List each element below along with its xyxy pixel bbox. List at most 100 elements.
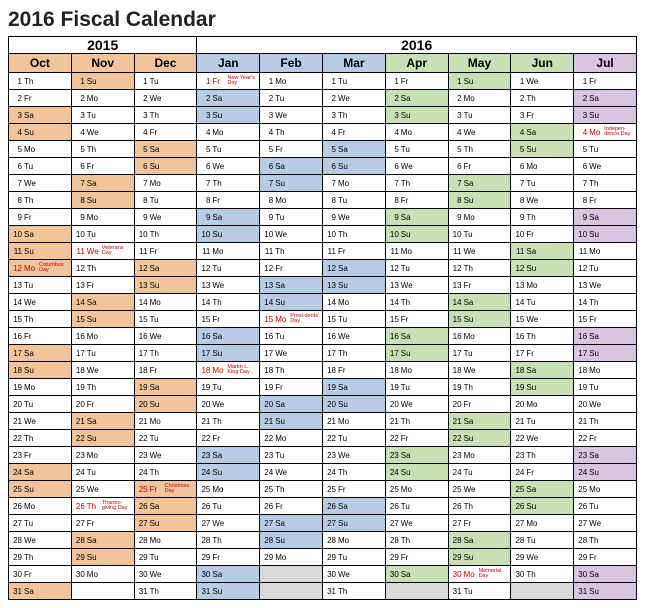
day-abbrev: Th xyxy=(526,570,541,579)
day-abbrev: Sa xyxy=(401,570,416,579)
day-number: 24 xyxy=(11,468,24,477)
day-abbrev: Sa xyxy=(150,264,165,273)
day-cell: 20Sa xyxy=(260,396,323,413)
day-number: 18 xyxy=(388,366,401,375)
day-abbrev: We xyxy=(150,332,165,341)
day-number: 24 xyxy=(262,468,275,477)
day-cell: 2We xyxy=(322,90,385,107)
day-abbrev: Th xyxy=(338,587,353,596)
day-cell: 1FrNew Year's Day xyxy=(197,73,260,90)
day-cell: 9We xyxy=(322,209,385,226)
day-abbrev: Th xyxy=(87,383,102,392)
day-number: 9 xyxy=(137,213,150,222)
day-cell: 4MoIndepen-dence Day xyxy=(574,124,637,141)
day-abbrev: Fr xyxy=(275,145,290,154)
day-number: 13 xyxy=(137,281,150,290)
day-number: 20 xyxy=(11,400,24,409)
day-cell: 25Mo xyxy=(197,481,260,498)
day-cell: 22Fr xyxy=(385,430,448,447)
day-abbrev: Tu xyxy=(589,264,604,273)
day-abbrev: Sa xyxy=(401,332,416,341)
day-cell: 10Th xyxy=(322,226,385,243)
day-number: 3 xyxy=(74,111,87,120)
day-cell: 15Tu xyxy=(134,311,197,328)
day-number: 14 xyxy=(325,298,338,307)
day-cell: 13Sa xyxy=(260,277,323,294)
day-cell: 20We xyxy=(385,396,448,413)
day-number: 3 xyxy=(262,111,275,120)
day-abbrev: Mo xyxy=(212,128,227,137)
day-cell: 7Su xyxy=(260,175,323,192)
day-number: 15 xyxy=(137,315,150,324)
day-number: 15 xyxy=(325,315,338,324)
day-number: 6 xyxy=(199,162,212,171)
day-cell: 24Fr xyxy=(511,464,574,481)
day-abbrev: Th xyxy=(338,111,353,120)
day-number: 27 xyxy=(451,519,464,528)
day-number: 16 xyxy=(325,332,338,341)
day-cell: 28Th xyxy=(197,532,260,549)
day-cell: 9Sa xyxy=(574,209,637,226)
day-number: 24 xyxy=(199,468,212,477)
day-cell: 25We xyxy=(71,481,134,498)
day-cell: 13Fr xyxy=(71,277,134,294)
day-abbrev: Sa xyxy=(212,213,227,222)
day-number: 11 xyxy=(262,247,275,256)
day-abbrev: Tu xyxy=(24,281,39,290)
day-abbrev: Mo xyxy=(150,417,165,426)
day-number: 28 xyxy=(576,536,589,545)
day-cell: 13We xyxy=(574,277,637,294)
day-abbrev: Tu xyxy=(401,383,416,392)
day-cell: 1Th xyxy=(9,73,72,90)
day-abbrev: Fr xyxy=(150,247,165,256)
day-cell: 11Mo xyxy=(385,243,448,260)
day-number: 23 xyxy=(325,451,338,460)
day-abbrev: Fr xyxy=(150,366,165,375)
day-cell: 22Su xyxy=(448,430,511,447)
day-number: 16 xyxy=(388,332,401,341)
day-abbrev: We xyxy=(24,417,39,426)
day-number: 3 xyxy=(576,111,589,120)
day-cell: 1Su xyxy=(448,73,511,90)
day-abbrev: Sa xyxy=(87,179,102,188)
day-cell: 12Th xyxy=(448,260,511,277)
day-abbrev: Sa xyxy=(589,94,604,103)
day-cell: 13Su xyxy=(134,277,197,294)
day-cell: 5Th xyxy=(448,141,511,158)
day-abbrev: Fr xyxy=(338,366,353,375)
day-number: 11 xyxy=(137,247,150,256)
day-number: 13 xyxy=(388,281,401,290)
day-abbrev: We xyxy=(338,332,353,341)
day-cell: 17Su xyxy=(385,345,448,362)
day-number: 4 xyxy=(576,128,589,137)
day-number: 21 xyxy=(513,417,526,426)
day-cell: 13Mo xyxy=(511,277,574,294)
day-cell: 17Tu xyxy=(448,345,511,362)
day-cell: 15Su xyxy=(448,311,511,328)
day-cell: 28Th xyxy=(385,532,448,549)
day-number: 17 xyxy=(513,349,526,358)
day-abbrev: Sa xyxy=(401,451,416,460)
day-cell: 22Th xyxy=(9,430,72,447)
day-abbrev: We xyxy=(464,366,479,375)
day-number: 7 xyxy=(137,179,150,188)
day-cell: 10Sa xyxy=(9,226,72,243)
day-abbrev: Sa xyxy=(150,145,165,154)
day-cell: 19Th xyxy=(448,379,511,396)
day-cell: 9Fr xyxy=(9,209,72,226)
day-number: 14 xyxy=(576,298,589,307)
day-abbrev: Fr xyxy=(589,315,604,324)
day-number: 6 xyxy=(325,162,338,171)
day-abbrev: Th xyxy=(464,502,479,511)
day-cell: 29Su xyxy=(71,549,134,566)
day-number: 10 xyxy=(11,230,24,239)
day-abbrev: Fr xyxy=(338,485,353,494)
day-number: 31 xyxy=(325,587,338,596)
day-cell: 25Mo xyxy=(574,481,637,498)
day-number: 9 xyxy=(262,213,275,222)
day-number: 26 xyxy=(199,502,212,511)
day-abbrev: Tu xyxy=(24,519,39,528)
day-abbrev: We xyxy=(212,519,227,528)
day-abbrev: We xyxy=(589,162,604,171)
month-header-dec: Dec xyxy=(134,54,197,73)
